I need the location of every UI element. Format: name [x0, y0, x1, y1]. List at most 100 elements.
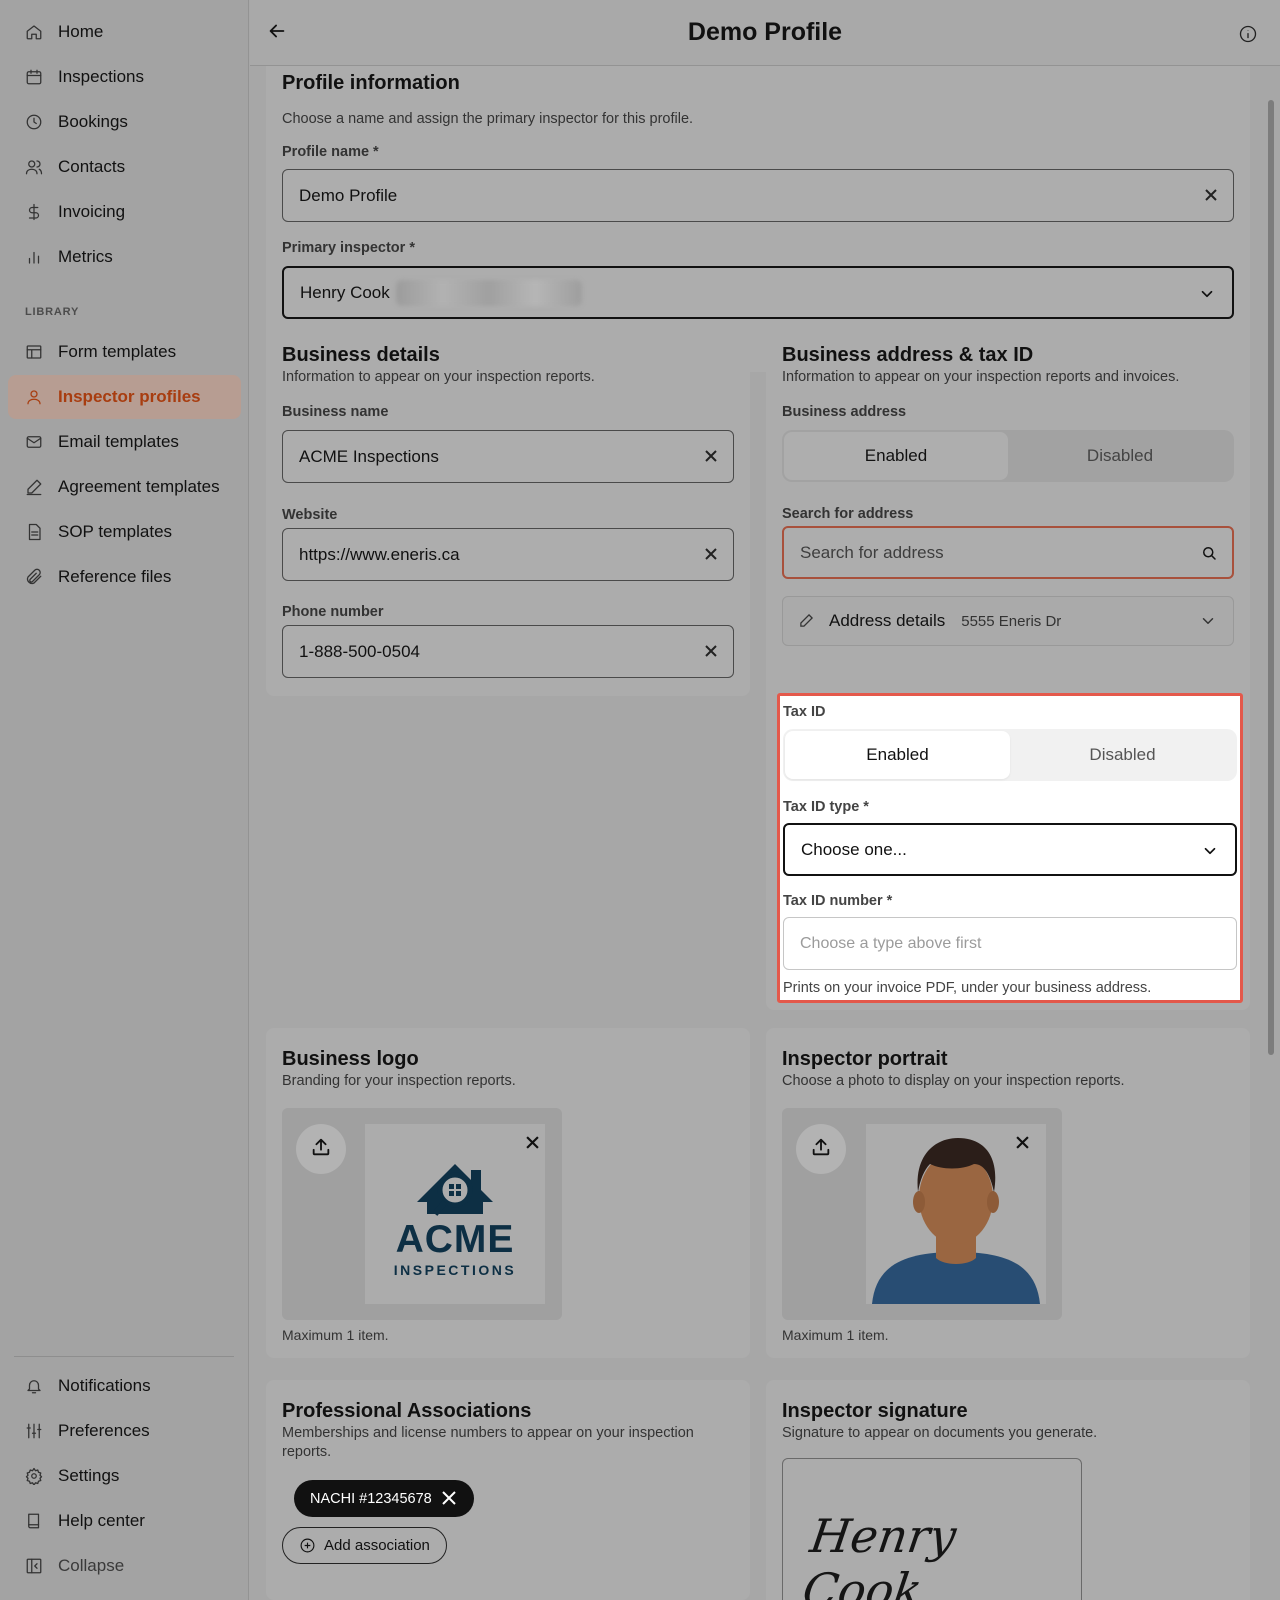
tax-id-toggle: Enabled Disabled [783, 729, 1237, 781]
sidebar-item-contacts[interactable]: Contacts [8, 145, 241, 189]
input-value: ACME Inspections [299, 446, 439, 466]
remove-association-button[interactable] [442, 1490, 458, 1507]
sidebar-item-settings[interactable]: Settings [8, 1454, 241, 1498]
sidebar-item-email-templates[interactable]: Email templates [8, 420, 241, 464]
info-button[interactable] [1238, 24, 1258, 44]
portrait-max-note: Maximum 1 item. [782, 1327, 889, 1343]
input-placeholder: Choose a type above first [800, 934, 982, 952]
card-subtitle: Signature to appear on documents you gen… [782, 1425, 1098, 1441]
clear-input-button[interactable] [701, 544, 721, 564]
tax-id-type-select[interactable]: Choose one... [783, 823, 1237, 876]
business-name-input[interactable]: ACME Inspections [282, 430, 734, 483]
sidebar-item-preferences[interactable]: Preferences [8, 1409, 241, 1453]
association-chip: NACHI #12345678 [294, 1480, 474, 1517]
clear-input-button[interactable] [1201, 185, 1221, 205]
add-association-label: Add association [324, 1537, 430, 1554]
sidebar-item-agreement-templates[interactable]: Agreement templates [8, 465, 241, 509]
close-icon [705, 450, 717, 462]
dollar-icon [24, 202, 44, 222]
card-subtitle: Memberships and license numbers to appea… [282, 1425, 694, 1460]
tax-id-number-input[interactable]: Choose a type above first [783, 917, 1237, 970]
sidebar-item-sop-templates[interactable]: SOP templates [8, 510, 241, 554]
phone-number-input[interactable]: 1-888-500-0504 [282, 625, 734, 678]
logo-text: ACME [395, 1218, 515, 1261]
users-icon [24, 157, 44, 177]
sidebar-item-form-templates[interactable]: Form templates [8, 330, 241, 374]
sidebar-item-label: Bookings [58, 112, 128, 131]
search-address-input[interactable]: Search for address [782, 526, 1234, 579]
blurred-email [395, 279, 582, 306]
tax-id-label: Tax ID [783, 704, 826, 720]
upload-portrait-button[interactable] [796, 1124, 846, 1174]
tax-id-number-label: Tax ID number * [783, 893, 893, 909]
profile-name-label: Profile name * [282, 144, 379, 160]
logo-upload-area: ACME INSPECTIONS [282, 1108, 562, 1320]
inspector-portrait-card: Inspector portrait Choose a photo to dis… [766, 1028, 1250, 1358]
remove-portrait-button[interactable] [1010, 1130, 1034, 1154]
pencil-icon [799, 613, 815, 629]
user-icon [24, 387, 44, 407]
sidebar-item-notifications[interactable]: Notifications [8, 1364, 241, 1408]
add-association-button[interactable]: Add association [282, 1527, 447, 1564]
upload-logo-button[interactable] [296, 1124, 346, 1174]
sidebar-item-inspector-profiles[interactable]: Inspector profiles [8, 375, 241, 419]
sidebar-item-label: Invoicing [58, 202, 126, 221]
sidebar-item-label: Inspector profiles [58, 387, 201, 406]
select-value: Choose one... [801, 839, 907, 859]
card-subtitle: Branding for your inspection reports. [282, 1073, 516, 1089]
phone-number-label: Phone number [282, 604, 384, 620]
tax-id-enabled-option[interactable]: Enabled [785, 731, 1010, 779]
scrollbar[interactable] [1268, 100, 1274, 1055]
book-icon [24, 1511, 44, 1531]
sidebar-item-home[interactable]: Home [8, 10, 241, 54]
calendar-icon [24, 67, 44, 87]
address-details-value: 5555 Eneris Dr [961, 612, 1062, 630]
clear-input-button[interactable] [701, 641, 721, 661]
primary-inspector-label: Primary inspector * [282, 240, 415, 256]
sidebar-item-label: Inspections [58, 67, 144, 86]
page-title: Demo Profile [687, 18, 843, 46]
sidebar-item-metrics[interactable]: Metrics [8, 235, 241, 279]
sidebar-item-label: Contacts [58, 157, 126, 176]
sidebar-item-invoicing[interactable]: Invoicing [8, 190, 241, 234]
gear-icon [24, 1466, 44, 1486]
card-subtitle: Information to appear on your inspection… [282, 369, 595, 385]
website-label: Website [282, 507, 338, 523]
paperclip-icon [24, 567, 44, 587]
sidebar-item-reference-files[interactable]: Reference files [8, 555, 241, 599]
close-icon [442, 1490, 456, 1505]
sliders-icon [24, 1421, 44, 1441]
clear-input-button[interactable] [701, 446, 721, 466]
home-icon [24, 22, 44, 42]
select-value: Henry Cook [300, 282, 390, 302]
sidebar-item-label: Metrics [58, 247, 113, 266]
sidebar-item-help-center[interactable]: Help center [8, 1499, 241, 1543]
address-disabled-option[interactable]: Disabled [1008, 432, 1232, 480]
business-name-label: Business name [282, 404, 389, 420]
tax-id-disabled-option[interactable]: Disabled [1010, 731, 1235, 779]
layout-icon [24, 342, 44, 362]
sidebar-item-bookings[interactable]: Bookings [8, 100, 241, 144]
website-input[interactable]: https://www.eneris.ca [282, 528, 734, 581]
clock-icon [24, 112, 44, 132]
remove-logo-button[interactable] [520, 1130, 544, 1154]
card-title: Inspector portrait [782, 1048, 948, 1070]
business-address-label: Business address [782, 404, 907, 420]
input-value: Demo Profile [299, 185, 398, 205]
address-details-row[interactable]: Address details 5555 Eneris Dr [782, 596, 1234, 646]
upload-icon [810, 1136, 832, 1163]
sidebar-item-collapse[interactable]: Collapse [8, 1544, 241, 1588]
search-icon [1200, 544, 1218, 562]
mail-icon [24, 432, 44, 452]
chevron-down-icon [1198, 285, 1216, 303]
upload-icon [310, 1136, 332, 1163]
tax-id-type-label: Tax ID type * [783, 799, 869, 815]
sidebar-item-label: SOP templates [58, 522, 173, 541]
close-icon [525, 1135, 539, 1149]
sidebar-item-inspections[interactable]: Inspections [8, 55, 241, 99]
search-address-label: Search for address [782, 506, 914, 522]
profile-name-input[interactable]: Demo Profile [282, 169, 1234, 222]
signature-preview[interactable]: Henry Cook [782, 1458, 1082, 1600]
address-enabled-option[interactable]: Enabled [784, 432, 1008, 480]
primary-inspector-select[interactable]: Henry Cook [282, 266, 1234, 319]
